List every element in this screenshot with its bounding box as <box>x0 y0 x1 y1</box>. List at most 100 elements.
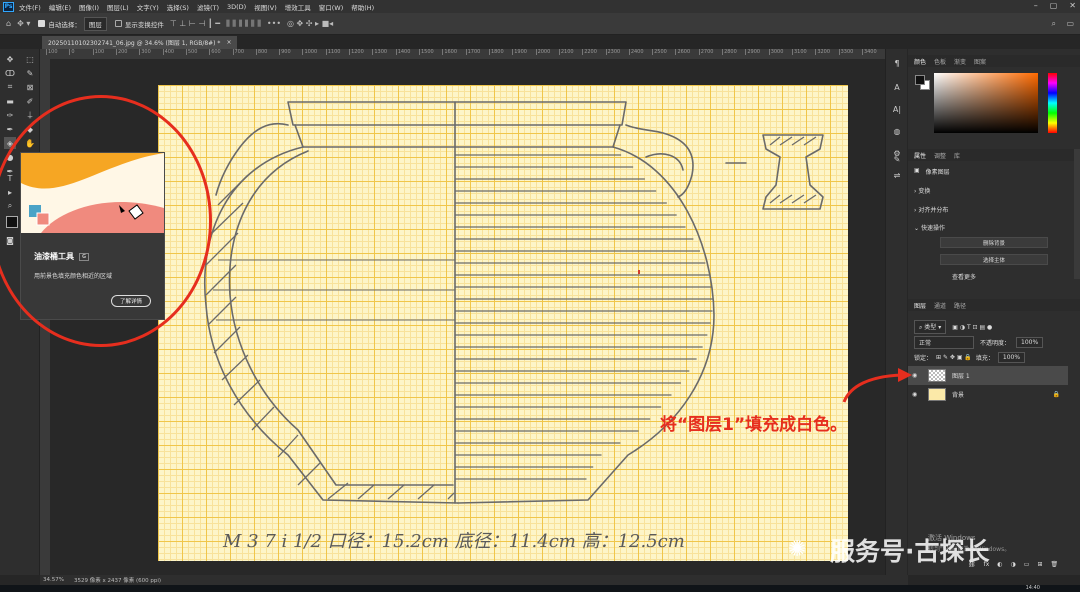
ruler-tick-label: 0 <box>69 49 92 55</box>
align-label: 对齐并分布 <box>918 207 949 214</box>
menu-view[interactable]: 视图(V) <box>254 2 277 12</box>
frame-tool-icon[interactable]: ⊠ <box>24 81 36 93</box>
remove-background-button[interactable]: 删除背景 <box>940 237 1048 248</box>
adjustment-icon[interactable]: ⇌ <box>891 171 903 183</box>
more-options-icon[interactable]: ••• <box>267 19 281 28</box>
auto-select-checkbox[interactable] <box>38 20 46 27</box>
menu-window[interactable]: 窗口(W) <box>319 2 344 12</box>
auto-select-target-dropdown[interactable]: 图层 <box>83 16 107 31</box>
ruler-tick-label: 1400 <box>395 49 419 55</box>
ruler-ticks: 100 0 100 200 300 400 500 600 700 800 900 1000 1100 1… <box>40 49 885 55</box>
quick-actions-section[interactable]: ⌄ 快速操作 <box>914 223 945 232</box>
auto-select-option[interactable]: 自动选择： 图层 <box>38 16 107 31</box>
layer-row[interactable]: ◉ 图层 1 <box>908 366 1068 385</box>
ruler-tick-label: 2700 <box>698 49 722 55</box>
mask-icon[interactable]: ◐ <box>997 561 1002 568</box>
interior-lines <box>213 259 455 321</box>
zoom-level[interactable]: 34.57% <box>43 577 64 583</box>
history-brush-tool-icon[interactable]: ✒ <box>4 123 16 135</box>
spot-heal-tool-icon[interactable]: ✐ <box>24 95 36 107</box>
select-subject-button[interactable]: 选择主体 <box>940 254 1048 265</box>
view-more-link[interactable]: 查看更多 <box>952 272 976 281</box>
minimize-icon[interactable]: – <box>1034 1 1038 10</box>
quick-select-tool-icon[interactable]: ✎ <box>24 67 36 79</box>
layer-row[interactable]: ◉ 背景 🔒 <box>908 385 1068 404</box>
document-tab[interactable]: 20250110102302741_06.jpg @ 34.6% (图层 1, … <box>42 36 238 49</box>
ruler-tick-label: 2400 <box>628 49 652 55</box>
tab-paths[interactable]: 路径 <box>954 301 966 310</box>
hue-slider[interactable] <box>1048 73 1057 133</box>
workspace-icon[interactable]: ▭ <box>1066 19 1074 28</box>
properties-scrollbar[interactable] <box>1074 149 1080 279</box>
document-canvas[interactable]: M 3 7 i 1/2 口径：15.2cm 底径：11.4cm 高：12.5cm <box>158 85 848 561</box>
adjustment-layer-icon[interactable]: ◑ <box>1011 561 1016 568</box>
menu-file[interactable]: 文件(F) <box>19 2 41 12</box>
menu-help[interactable]: 帮助(H) <box>351 2 374 12</box>
tab-layers[interactable]: 图层 <box>914 301 926 310</box>
brush-tool-icon[interactable]: ✑ <box>4 109 16 121</box>
brush-settings-icon[interactable]: ✎ <box>891 155 903 167</box>
maximize-icon[interactable]: ▢ <box>1050 1 1058 10</box>
lock-row: 锁定： ⊞ ✎ ✥ ▣ 🔒 填充： 100% <box>914 352 1026 363</box>
home-icon[interactable]: ⌂ <box>6 19 11 28</box>
paragraph-icon[interactable]: ¶ <box>891 59 903 71</box>
align-section[interactable]: › 对齐并分布 <box>914 205 948 214</box>
lasso-tool-icon[interactable]: ↀ <box>4 67 16 79</box>
layer-filter-icons[interactable]: ▣ ◑ T ⊡ ▤ ● <box>952 324 992 331</box>
horizontal-ruler: 100 0 100 200 300 400 500 600 700 800 900 1000 1100 1… <box>40 49 885 59</box>
align-icons[interactable]: ⊤ ⊥ ⊢ ⊣ ┃ ━ <box>170 19 220 28</box>
ruler-tick-label: 1500 <box>419 49 442 55</box>
red-dot <box>638 270 640 274</box>
close-icon[interactable]: ✕ <box>1069 1 1076 10</box>
handle-hatching <box>769 136 817 204</box>
ruler-tick-label: 500 <box>185 49 209 55</box>
character-icon[interactable]: A| <box>891 105 903 117</box>
trash-icon[interactable]: 🗑 <box>1051 561 1059 568</box>
tab-libraries[interactable]: 库 <box>954 151 960 160</box>
navigator-icon[interactable]: ◍ <box>891 127 903 139</box>
wechat-icon: ✺ <box>788 537 807 562</box>
vessel-right-body <box>457 146 715 504</box>
chevron-down-icon: ⌄ <box>914 225 921 232</box>
color-field[interactable] <box>934 73 1038 133</box>
fill-input[interactable]: 100% <box>997 352 1026 363</box>
close-tab-icon[interactable]: × <box>226 39 231 46</box>
tab-adjustments[interactable]: 调整 <box>934 151 946 160</box>
menu-edit[interactable]: 编辑(E) <box>49 2 71 12</box>
glyphs-icon[interactable]: A <box>891 83 903 95</box>
tab-color[interactable]: 颜色 <box>914 57 926 66</box>
eyedropper-tool-icon[interactable]: ▬ <box>4 95 16 107</box>
transform-section[interactable]: › 变换 <box>914 186 930 195</box>
menu-layer[interactable]: 图层(L) <box>107 2 129 12</box>
menu-select[interactable]: 选择(S) <box>167 2 189 12</box>
tab-properties[interactable]: 属性 <box>914 151 926 160</box>
tab-patterns[interactable]: 图案 <box>974 57 986 66</box>
distribute-icons[interactable]: ⫼ ⫼ ⫼ ⫼ ⫼ ⫼ <box>226 19 261 29</box>
tab-swatches[interactable]: 色板 <box>934 57 946 66</box>
move-tool-icon[interactable]: ✥ <box>4 53 16 65</box>
3d-mode-icons[interactable]: ◎ ✥ ✣ ▸ ■◂ <box>287 19 333 28</box>
blend-mode-dropdown[interactable]: 正常 <box>914 336 974 349</box>
opacity-input[interactable]: 100% <box>1016 337 1044 348</box>
move-tool-icon[interactable]: ✥ ▾ <box>17 19 30 28</box>
status-bar: 34.57% 3529 像素 x 2437 像素 (600 ppi) <box>40 575 908 585</box>
new-layer-icon[interactable]: ⊞ <box>1037 561 1042 568</box>
lock-icons[interactable]: ⊞ ✎ ✥ ▣ 🔒 <box>936 354 972 361</box>
menu-image[interactable]: 图像(I) <box>79 2 99 12</box>
menu-plugins[interactable]: 增效工具 <box>285 2 311 12</box>
menu-filter[interactable]: 滤镜(T) <box>197 2 219 12</box>
group-icon[interactable]: ▭ <box>1024 561 1030 568</box>
tab-channels[interactable]: 通道 <box>934 301 946 310</box>
tab-gradients[interactable]: 渐变 <box>954 57 966 66</box>
search-icon[interactable]: ⌕ <box>1052 19 1056 29</box>
vessel-right-handle <box>625 124 694 198</box>
crop-tool-icon[interactable]: ⌗ <box>4 81 16 93</box>
pixel-layer-icon: ▣ <box>914 167 920 174</box>
marquee-tool-icon[interactable]: ⬚ <box>24 53 36 65</box>
menu-type[interactable]: 文字(Y) <box>137 2 159 12</box>
menu-3d[interactable]: 3D(D) <box>227 3 246 11</box>
foreground-swatch[interactable] <box>915 75 925 85</box>
show-transform-checkbox[interactable] <box>114 20 122 27</box>
show-transform-option[interactable]: 显示变换控件 <box>114 19 164 29</box>
layer-kind-dropdown[interactable]: ⌕ 类型 ▾ <box>914 320 947 334</box>
